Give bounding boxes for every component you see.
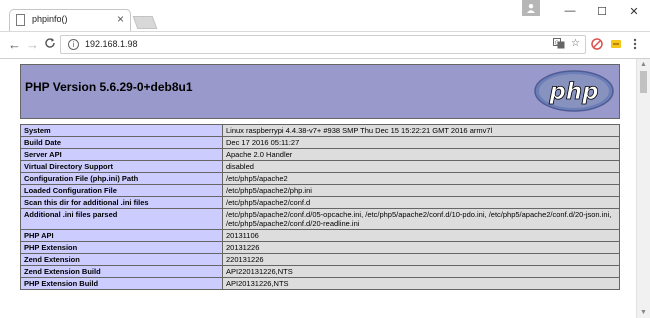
star-icon[interactable]: ☆: [571, 38, 580, 52]
table-row: Zend Extension 220131226: [20, 253, 620, 266]
row-value: API220131226,NTS: [222, 265, 620, 278]
browser-toolbar: ← → i 192.168.1.98 G ☆: [0, 32, 650, 59]
table-row: Loaded Configuration File/etc/php5/apach…: [20, 184, 620, 197]
row-label: System: [20, 124, 223, 137]
scroll-down-arrow-icon[interactable]: ▼: [640, 309, 647, 316]
row-value: /etc/php5/apache2/conf.d/05-opcache.ini,…: [222, 208, 620, 230]
row-label: Zend Extension Build: [20, 265, 223, 278]
row-value: Dec 17 2016 05:11:27: [222, 136, 620, 149]
table-row: Build Date Dec 17 2016 05:11:27: [20, 136, 620, 149]
row-value: 220131226: [222, 253, 620, 266]
extension-yellow-icon[interactable]: [609, 37, 623, 51]
window-controls: — ☐ ✕: [522, 0, 650, 22]
row-label: PHP Extension: [20, 241, 223, 254]
php-logo: php: [534, 70, 614, 112]
row-label: Additional .ini files parsed: [20, 208, 223, 230]
tab-title: phpinfo(): [32, 14, 68, 24]
browser-tab[interactable]: phpinfo() ×: [9, 9, 131, 31]
scroll-up-arrow-icon[interactable]: ▲: [640, 61, 647, 68]
document-icon: [16, 14, 25, 26]
row-value: Apache 2.0 Handler: [222, 148, 620, 161]
row-label: Configuration File (php.ini) Path: [20, 172, 223, 185]
table-row: PHP Extension Build API20131226,NTS: [20, 277, 620, 290]
table-row: Scan this dir for additional .ini files /…: [20, 196, 620, 209]
row-value: 20131106: [222, 229, 620, 242]
table-row: Zend Extension Build API220131226,NTS: [20, 265, 620, 278]
page-content: PHP Version 5.6.29-0+deb8u1 php System Li…: [0, 59, 636, 318]
svg-text:G: G: [555, 40, 559, 46]
address-bar[interactable]: i 192.168.1.98 G ☆: [60, 35, 586, 54]
user-profile-icon[interactable]: [522, 0, 540, 16]
close-window-button[interactable]: ✕: [618, 0, 650, 22]
row-value: /etc/php5/apache2/conf.d: [222, 196, 620, 209]
tab-close-button[interactable]: ×: [117, 12, 124, 26]
row-label: Build Date: [20, 136, 223, 149]
new-tab-button[interactable]: [132, 16, 158, 29]
minimize-button[interactable]: —: [554, 0, 586, 22]
table-row: PHP API 20131106: [20, 229, 620, 242]
row-label: PHP Extension Build: [20, 277, 223, 290]
row-label: Zend Extension: [20, 253, 223, 266]
extension-stop-icon[interactable]: [590, 37, 604, 51]
row-label: Server API: [20, 148, 223, 161]
php-info-table: System Linux raspberrypi 4.4.38-v7+ #938 …: [20, 124, 620, 290]
info-icon[interactable]: i: [68, 39, 79, 50]
row-value: /etc/php5/apache2: [222, 172, 620, 185]
table-row: PHP Extension 20131226: [20, 241, 620, 254]
row-value: Linux raspberrypi 4.4.38-v7+ #938 SMP Th…: [222, 124, 620, 137]
translate-icon[interactable]: G: [553, 38, 565, 52]
row-label: Virtual Directory Support: [20, 160, 223, 173]
scrollbar-thumb[interactable]: [640, 71, 647, 93]
table-row: Additional .ini files parsed/etc/php5/ap…: [20, 208, 620, 230]
php-logo-text: php: [548, 79, 598, 105]
row-value: API20131226,NTS: [222, 277, 620, 290]
maximize-button[interactable]: ☐: [586, 0, 618, 22]
row-value: /etc/php5/apache2/php.ini: [222, 184, 620, 197]
page-title: PHP Version 5.6.29-0+deb8u1: [25, 80, 193, 94]
table-row: Server API Apache 2.0 Handler: [20, 148, 620, 161]
row-value: disabled: [222, 160, 620, 173]
php-version-header: PHP Version 5.6.29-0+deb8u1 php: [20, 64, 620, 119]
table-row: Virtual Directory Support disabled: [20, 160, 620, 173]
more-vert-icon[interactable]: [628, 37, 642, 51]
reload-icon: [45, 38, 55, 48]
table-row: Configuration File (php.ini) Path/etc/ph…: [20, 172, 620, 185]
row-label: Loaded Configuration File: [20, 184, 223, 197]
back-button[interactable]: ←: [8, 37, 21, 53]
table-row: System Linux raspberrypi 4.4.38-v7+ #938 …: [20, 124, 620, 137]
url-text[interactable]: 192.168.1.98: [85, 39, 138, 49]
row-label: PHP API: [20, 229, 223, 242]
title-bar: phpinfo() × — ☐ ✕: [0, 0, 650, 32]
vertical-scrollbar[interactable]: ▲ ▼: [636, 59, 650, 318]
row-value: 20131226: [222, 241, 620, 254]
reload-button[interactable]: [44, 37, 56, 53]
row-label: Scan this dir for additional .ini files: [20, 196, 223, 209]
forward-button[interactable]: →: [26, 37, 39, 53]
